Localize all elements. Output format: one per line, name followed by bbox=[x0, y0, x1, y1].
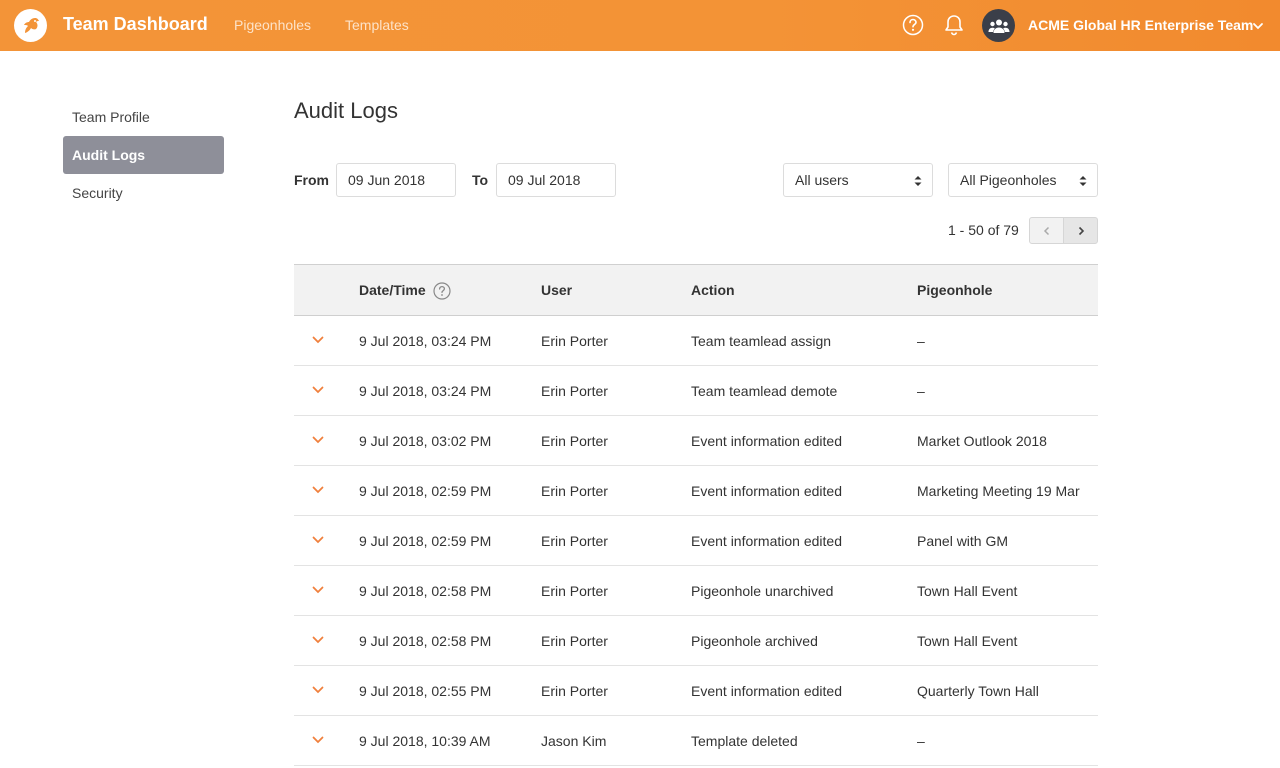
cell-pigeonhole: Quarterly Town Hall bbox=[917, 683, 1039, 699]
sidebar-item-label: Audit Logs bbox=[72, 147, 146, 163]
cell-pigeonhole: – bbox=[917, 733, 925, 749]
chevron-down-icon[interactable] bbox=[312, 585, 324, 595]
pigeonhole-select[interactable]: All Pigeonholes bbox=[948, 163, 1098, 197]
cell-user: Erin Porter bbox=[541, 433, 608, 449]
cell-datetime: 9 Jul 2018, 03:24 PM bbox=[359, 333, 492, 349]
cell-user: Erin Porter bbox=[541, 583, 608, 599]
next-page-button[interactable] bbox=[1063, 217, 1098, 244]
cell-datetime: 9 Jul 2018, 02:59 PM bbox=[359, 483, 492, 499]
table-row[interactable]: 9 Jul 2018, 02:59 PM Erin Porter Event inf… bbox=[294, 466, 1098, 516]
sidebar-item-label: Team Profile bbox=[72, 109, 150, 125]
table-row[interactable]: 9 Jul 2018, 10:39 AM Jason Kim Template de… bbox=[294, 716, 1098, 766]
table-header: Date/Time User Action Pigeonhole bbox=[294, 264, 1098, 316]
cell-pigeonhole: Town Hall Event bbox=[917, 583, 1018, 599]
cell-pigeonhole: – bbox=[917, 383, 925, 399]
column-header-datetime[interactable]: Date/Time bbox=[359, 282, 426, 298]
team-name[interactable]: ACME Global HR Enterprise Team bbox=[1028, 17, 1253, 33]
column-header-pigeonhole[interactable]: Pigeonhole bbox=[917, 282, 992, 298]
chevron-down-icon[interactable] bbox=[312, 485, 324, 495]
user-select[interactable]: All users bbox=[783, 163, 933, 197]
cell-user: Jason Kim bbox=[541, 733, 607, 749]
sidebar-item-team-profile[interactable]: Team Profile bbox=[63, 98, 224, 136]
cell-datetime: 9 Jul 2018, 03:24 PM bbox=[359, 383, 492, 399]
cell-datetime: 9 Jul 2018, 10:39 AM bbox=[359, 733, 491, 749]
cell-pigeonhole: Marketing Meeting 19 Mar bbox=[917, 483, 1080, 499]
column-header-action[interactable]: Action bbox=[691, 282, 735, 298]
help-icon[interactable] bbox=[433, 282, 451, 300]
to-date-input[interactable]: 09 Jul 2018 bbox=[496, 163, 616, 197]
nav-templates[interactable]: Templates bbox=[345, 17, 409, 33]
to-label: To bbox=[472, 172, 489, 188]
chevron-left-icon bbox=[1043, 226, 1049, 235]
cell-datetime: 9 Jul 2018, 02:58 PM bbox=[359, 583, 492, 599]
cell-action: Event information edited bbox=[691, 433, 842, 449]
cell-user: Erin Porter bbox=[541, 533, 608, 549]
chevron-down-icon[interactable] bbox=[312, 435, 324, 445]
select-arrows-icon bbox=[914, 176, 922, 186]
chevron-down-icon[interactable] bbox=[312, 385, 324, 395]
table-row[interactable]: 9 Jul 2018, 03:24 PM Erin Porter Team team… bbox=[294, 316, 1098, 366]
cell-user: Erin Porter bbox=[541, 333, 608, 349]
chevron-down-icon[interactable] bbox=[1252, 20, 1264, 32]
team-users-icon[interactable] bbox=[982, 9, 1015, 42]
table-row[interactable]: 9 Jul 2018, 02:58 PM Erin Porter Pigeonhol… bbox=[294, 566, 1098, 616]
chevron-right-icon bbox=[1078, 226, 1084, 235]
chevron-down-icon[interactable] bbox=[312, 335, 324, 345]
chevron-down-icon[interactable] bbox=[312, 635, 324, 645]
table-row[interactable]: 9 Jul 2018, 02:59 PM Erin Porter Event inf… bbox=[294, 516, 1098, 566]
table-row[interactable]: 9 Jul 2018, 02:55 PM Erin Porter Event inf… bbox=[294, 666, 1098, 716]
cell-action: Team teamlead demote bbox=[691, 383, 838, 399]
cell-user: Erin Porter bbox=[541, 633, 608, 649]
prev-page-button[interactable] bbox=[1029, 217, 1064, 244]
chevron-down-icon[interactable] bbox=[312, 535, 324, 545]
cell-pigeonhole: – bbox=[917, 333, 925, 349]
app-title[interactable]: Team Dashboard bbox=[63, 14, 208, 35]
chevron-down-icon[interactable] bbox=[312, 685, 324, 695]
cell-action: Event information edited bbox=[691, 483, 842, 499]
audit-log-table: Date/Time User Action Pigeonhole 9 Jul 2… bbox=[294, 264, 1098, 766]
cell-user: Erin Porter bbox=[541, 483, 608, 499]
chevron-down-icon[interactable] bbox=[312, 735, 324, 745]
pagination-text: 1 - 50 of 79 bbox=[948, 222, 1019, 238]
cell-action: Pigeonhole unarchived bbox=[691, 583, 834, 599]
sidebar-item-security[interactable]: Security bbox=[63, 174, 224, 212]
cell-datetime: 9 Jul 2018, 03:02 PM bbox=[359, 433, 492, 449]
cell-datetime: 9 Jul 2018, 02:55 PM bbox=[359, 683, 492, 699]
cell-user: Erin Porter bbox=[541, 383, 608, 399]
select-arrows-icon bbox=[1079, 176, 1087, 186]
nav-pigeonholes[interactable]: Pigeonholes bbox=[234, 17, 311, 33]
table-row[interactable]: 9 Jul 2018, 03:02 PM Erin Porter Event inf… bbox=[294, 416, 1098, 466]
cell-user: Erin Porter bbox=[541, 683, 608, 699]
cell-datetime: 9 Jul 2018, 02:58 PM bbox=[359, 633, 492, 649]
sidebar-item-label: Security bbox=[72, 185, 123, 201]
cell-action: Event information edited bbox=[691, 683, 842, 699]
cell-action: Team teamlead assign bbox=[691, 333, 832, 349]
cell-pigeonhole: Market Outlook 2018 bbox=[917, 433, 1047, 449]
cell-pigeonhole: Panel with GM bbox=[917, 533, 1009, 549]
sidebar-item-audit-logs[interactable]: Audit Logs bbox=[63, 136, 224, 174]
table-row[interactable]: 9 Jul 2018, 03:24 PM Erin Porter Team team… bbox=[294, 366, 1098, 416]
cell-datetime: 9 Jul 2018, 02:59 PM bbox=[359, 533, 492, 549]
cell-action: Template deleted bbox=[691, 733, 798, 749]
top-bar: Team Dashboard Pigeonholes Templates ACM… bbox=[0, 0, 1280, 51]
column-header-user[interactable]: User bbox=[541, 282, 572, 298]
bell-icon[interactable] bbox=[943, 13, 965, 37]
from-date-input[interactable]: 09 Jun 2018 bbox=[336, 163, 456, 197]
user-select-value: All users bbox=[795, 172, 849, 188]
pigeonhole-select-value: All Pigeonholes bbox=[960, 172, 1057, 188]
from-label: From bbox=[294, 172, 329, 188]
table-row[interactable]: 9 Jul 2018, 02:58 PM Erin Porter Pigeonhol… bbox=[294, 616, 1098, 666]
page-title: Audit Logs bbox=[294, 98, 398, 123]
pigeon-logo-icon[interactable] bbox=[14, 9, 47, 42]
cell-action: Pigeonhole archived bbox=[691, 633, 818, 649]
help-icon[interactable] bbox=[902, 14, 924, 36]
table-body: 9 Jul 2018, 03:24 PM Erin Porter Team team… bbox=[294, 316, 1098, 766]
cell-action: Event information edited bbox=[691, 533, 842, 549]
cell-pigeonhole: Town Hall Event bbox=[917, 633, 1018, 649]
